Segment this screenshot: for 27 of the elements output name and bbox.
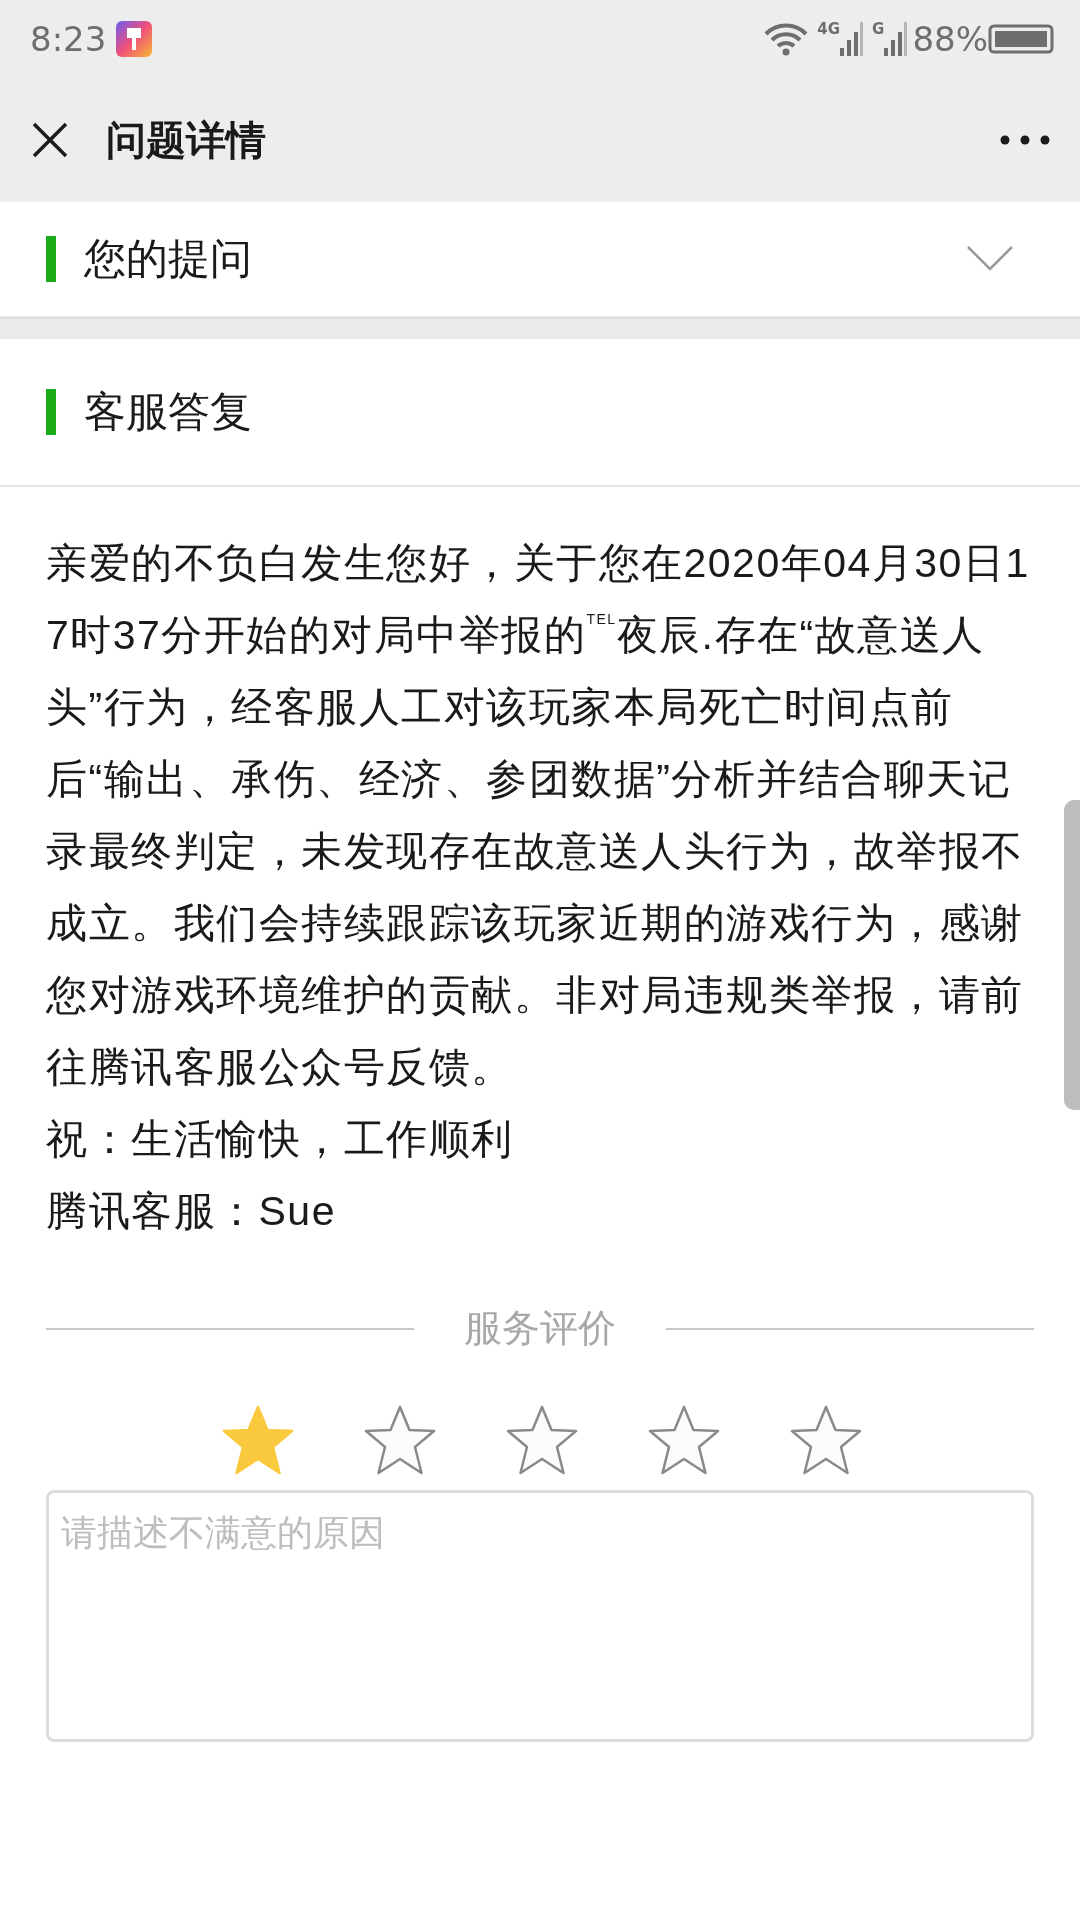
close-icon[interactable] (30, 120, 70, 160)
wifi-icon (763, 22, 810, 56)
chevron-down-icon[interactable] (966, 245, 1014, 273)
reply-paragraph: 亲爱的不负白发生您好，关于您在2020年04月30日17时37分开始的对局中举报的$^{TEL}$夜辰.存在“故意送人头”行为，经客服人工对该玩家本局死亡时间点前后“输出、承伤、经济、参团数据”分析并结合聊天记录最终判定，未发现存在故意送人头行为，故举报不成立。我们会持续跟踪该玩家近期的游戏行为，感谢您对游戏环境维护的贡献。非对局违规类举报，请前往腾讯客服公众号反馈。 (46, 539, 1031, 1092)
filled-star-icon[interactable] (220, 1404, 296, 1476)
page-title: 问题详情 (106, 115, 266, 165)
more-icon[interactable] (1000, 134, 1050, 146)
empty-star-icon[interactable] (362, 1404, 438, 1476)
section-title: 客服答复 (84, 386, 252, 438)
status-time: 8:23 (30, 19, 107, 59)
comment-field[interactable]: 请描述不满意的原因 (46, 1490, 1034, 1742)
rating-title: 服务评价 (464, 1305, 616, 1352)
empty-star-icon[interactable] (788, 1404, 864, 1476)
section-marker (46, 236, 56, 282)
reply-paragraph: 腾讯客服：Sue (46, 1187, 337, 1236)
reply-paragraph: 祝：生活愉快，工作顺利 (46, 1115, 515, 1164)
empty-star-icon[interactable] (504, 1404, 580, 1476)
app-icon (116, 21, 153, 57)
battery-icon (988, 24, 1056, 54)
signal-icon (884, 22, 909, 56)
battery-percent: 88% (912, 19, 988, 59)
section-marker (46, 389, 56, 435)
network-label: 4G (817, 22, 841, 37)
network-label: G (872, 22, 885, 37)
section-title: 您的提问 (84, 233, 252, 285)
empty-star-icon[interactable] (646, 1404, 722, 1476)
signal-icon (840, 22, 865, 56)
